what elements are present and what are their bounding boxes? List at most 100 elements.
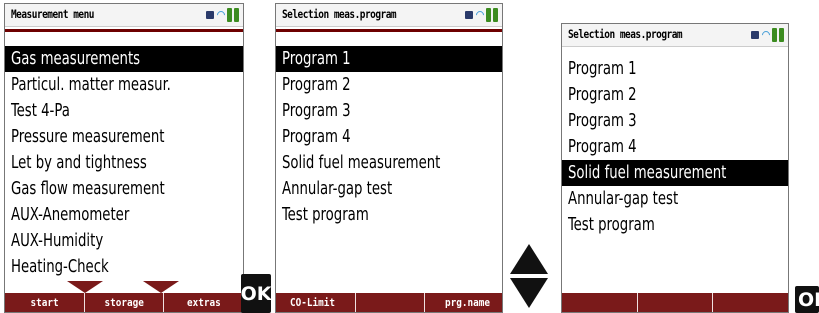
softkey-label: extras [186, 296, 221, 309]
list-item[interactable]: Program 3 [276, 98, 502, 124]
list-item-label: Program 3 [282, 100, 351, 121]
list-item[interactable]: Gas measurements [5, 46, 243, 72]
program-list: Program 1 Program 2 Program 3 Program 4 Soli… [562, 56, 788, 238]
divider [276, 29, 502, 32]
list-item[interactable]: Test program [276, 202, 502, 228]
list-item[interactable]: Particul. matter measur. [5, 72, 243, 98]
list-item-label: Test program [282, 204, 369, 225]
list-item-label: Program 4 [282, 126, 351, 147]
list-item-label: Program 4 [568, 136, 637, 157]
pointer-arrow-icon [143, 281, 179, 293]
list-item[interactable]: Annular-gap test [276, 176, 502, 202]
list-item-label: Program 1 [568, 58, 637, 79]
list-item[interactable]: Program 2 [562, 82, 788, 108]
softkey-bar: start storage extras [5, 293, 243, 312]
softkey-pointers [5, 281, 243, 293]
list-item-label: AUX-Anemometer [11, 204, 130, 225]
softkey-extras[interactable]: extras [164, 293, 243, 312]
list-item-label: Solid fuel measurement [568, 162, 727, 183]
title-bar: Measurement menu [5, 4, 243, 27]
program-list: Program 1 Program 2 Program 3 Program 4 Soli… [276, 46, 502, 228]
softkey-left[interactable] [562, 293, 638, 312]
signal-icon [216, 10, 225, 20]
list-item[interactable]: Heating-Check [5, 254, 243, 280]
pointer-arrow-icon [67, 281, 103, 293]
list-item[interactable]: AUX-Anemometer [5, 202, 243, 228]
list-item-label: Program 1 [282, 48, 351, 69]
softkey-program-name[interactable]: prg.name [425, 293, 502, 312]
screen-title: Selection meas.program [568, 27, 683, 41]
battery-icon [772, 28, 777, 42]
device-icon [751, 31, 759, 39]
list-item-label: Let by and tightness [11, 152, 147, 173]
list-item-label: Program 2 [568, 84, 637, 105]
softkey-bar [562, 293, 788, 312]
list-item[interactable]: Solid fuel measurement [276, 150, 502, 176]
measurement-menu-screen: Measurement menu Gas measurements Particu… [4, 3, 244, 313]
list-item-label: Program 2 [282, 74, 351, 95]
softkey-storage[interactable]: storage [85, 293, 165, 312]
battery-icon [486, 8, 491, 22]
status-icons [206, 8, 239, 22]
signal-icon [761, 30, 770, 40]
battery-icon [493, 8, 498, 22]
softkey-co-limit[interactable]: CO-Limit [276, 293, 356, 312]
list-item[interactable]: Program 1 [276, 46, 502, 72]
list-item-label: Program 3 [568, 110, 637, 131]
ok-button[interactable]: OK [795, 286, 819, 313]
list-item[interactable]: Solid fuel measurement [562, 160, 788, 186]
title-bar: Selection meas.program [276, 4, 502, 27]
divider [5, 29, 243, 32]
up-arrow-icon[interactable] [510, 244, 548, 274]
list-item[interactable]: Annular-gap test [562, 186, 788, 212]
list-item[interactable]: Program 4 [562, 134, 788, 160]
screen-title: Measurement menu [11, 7, 94, 21]
softkey-bar: CO-Limit prg.name [276, 293, 502, 312]
list-item-label: Gas flow measurement [11, 178, 165, 199]
list-item[interactable]: Program 1 [562, 56, 788, 82]
softkey-empty[interactable] [356, 293, 426, 312]
program-selection-screen: Selection meas.program Program 1 Program … [275, 3, 503, 313]
program-selection-screen-solid-fuel: Selection meas.program Program 1 Program … [561, 23, 789, 313]
softkey-label: storage [104, 296, 144, 309]
battery-icon [234, 8, 239, 22]
status-icons [465, 8, 498, 22]
list-item-label: Heating-Check [11, 256, 109, 277]
device-icon [465, 11, 473, 19]
status-icons [751, 28, 784, 42]
list-item-label: Test 4-Pa [11, 100, 70, 121]
list-item-label: Test program [568, 214, 655, 235]
signal-icon [475, 10, 484, 20]
ok-button[interactable]: OK [241, 274, 271, 313]
list-item-label: Solid fuel measurement [282, 152, 441, 173]
list-item[interactable]: Program 2 [276, 72, 502, 98]
softkey-right[interactable] [713, 293, 788, 312]
list-item-label: Pressure measurement [11, 126, 165, 147]
list-item[interactable]: Pressure measurement [5, 124, 243, 150]
screen-title: Selection meas.program [282, 7, 397, 21]
softkey-label: CO-Limit [289, 296, 336, 309]
menu-list: Gas measurements Particul. matter measur.… [5, 46, 243, 280]
list-item[interactable]: Test program [562, 212, 788, 238]
list-item-label: AUX-Humidity [11, 230, 104, 251]
list-item[interactable]: Test 4-Pa [5, 98, 243, 124]
device-icon [206, 11, 214, 19]
list-item[interactable]: Gas flow measurement [5, 176, 243, 202]
softkey-middle[interactable] [638, 293, 714, 312]
list-item[interactable]: AUX-Humidity [5, 228, 243, 254]
battery-icon [779, 28, 784, 42]
battery-icon [227, 8, 232, 22]
list-item[interactable]: Let by and tightness [5, 150, 243, 176]
list-item-label: Annular-gap test [568, 188, 679, 209]
list-item[interactable]: Program 4 [276, 124, 502, 150]
list-item[interactable]: Program 3 [562, 108, 788, 134]
list-item-label: Gas measurements [11, 48, 141, 69]
softkey-label: prg.name [445, 296, 491, 309]
list-item-label: Annular-gap test [282, 178, 393, 199]
down-arrow-icon[interactable] [510, 278, 548, 308]
list-item-label: Particul. matter measur. [11, 74, 171, 95]
up-down-arrow-icon[interactable] [510, 244, 548, 308]
softkey-start[interactable]: start [5, 293, 85, 312]
title-bar: Selection meas.program [562, 24, 788, 47]
softkey-label: start [30, 296, 59, 309]
